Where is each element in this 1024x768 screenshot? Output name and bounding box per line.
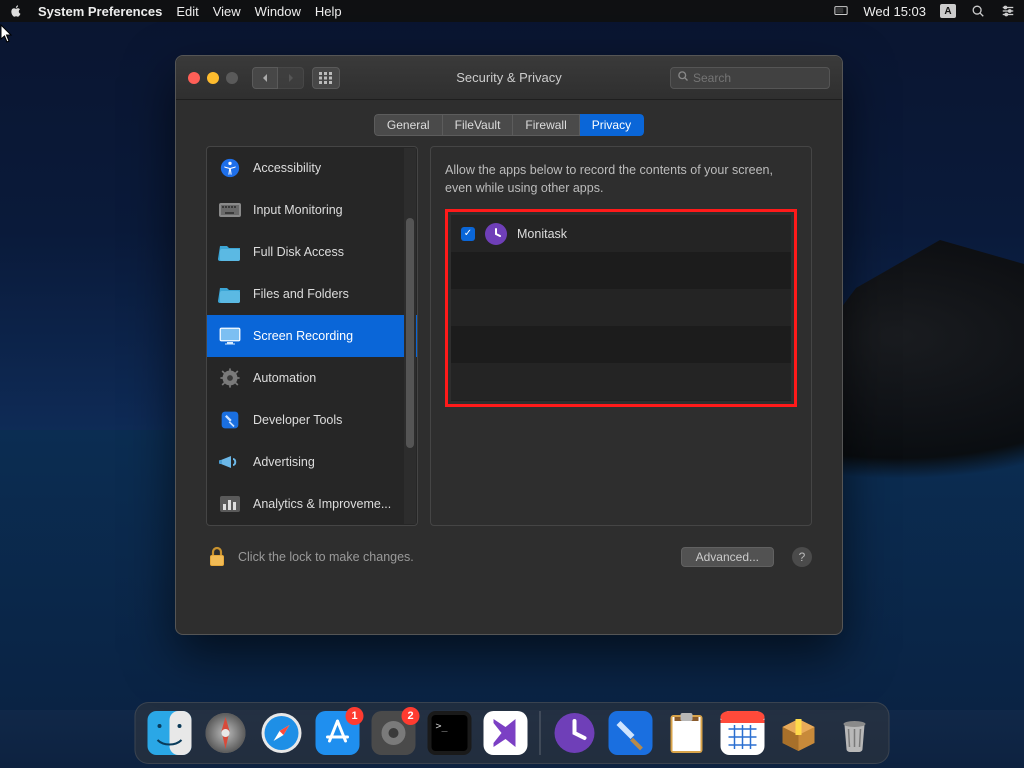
apple-menu-icon[interactable] xyxy=(8,3,24,19)
system-preferences-window: Security & Privacy General FileVault Fir… xyxy=(175,55,843,635)
app-row-empty xyxy=(451,326,791,363)
gear-icon xyxy=(217,367,243,389)
sidebar-label: Advertising xyxy=(253,455,315,469)
sidebar-item-advertising[interactable]: Advertising xyxy=(207,441,417,483)
dock-package[interactable] xyxy=(775,709,823,757)
sidebar-item-developer-tools[interactable]: Developer Tools xyxy=(207,399,417,441)
close-button[interactable] xyxy=(188,72,200,84)
search-icon xyxy=(677,70,689,85)
sidebar-label: Full Disk Access xyxy=(253,245,344,259)
minimize-button[interactable] xyxy=(207,72,219,84)
highlight-box: ✓ Monitask xyxy=(445,209,797,407)
forward-button[interactable] xyxy=(278,67,304,89)
help-button[interactable]: ? xyxy=(792,547,812,567)
content-description: Allow the apps below to record the conte… xyxy=(445,161,797,197)
svg-text:>_: >_ xyxy=(436,721,449,732)
dock-notes[interactable] xyxy=(663,709,711,757)
dock: 1 2 >_ xyxy=(135,702,890,764)
dock-safari[interactable] xyxy=(258,709,306,757)
dock-trash[interactable] xyxy=(831,709,879,757)
dock-terminal[interactable]: >_ xyxy=(426,709,474,757)
tab-general[interactable]: General xyxy=(374,114,443,136)
dock-separator xyxy=(540,711,541,755)
folder-icon xyxy=(217,241,243,263)
badge: 2 xyxy=(402,707,420,725)
control-center-icon[interactable] xyxy=(1000,3,1016,19)
tab-filevault[interactable]: FileVault xyxy=(443,114,514,136)
dock-settings[interactable]: 2 xyxy=(370,709,418,757)
folder-icon xyxy=(217,283,243,305)
app-row-empty xyxy=(451,252,791,289)
content-pane: Allow the apps below to record the conte… xyxy=(430,146,812,526)
app-label: Monitask xyxy=(517,227,567,241)
keyboard-icon xyxy=(217,199,243,221)
sidebar-label: Screen Recording xyxy=(253,329,353,343)
monitask-icon xyxy=(485,223,507,245)
dock-finder[interactable] xyxy=(146,709,194,757)
menubar-clock[interactable]: Wed 15:03 xyxy=(863,4,926,19)
privacy-sidebar: Accessibility Input Monitoring Full Disk… xyxy=(206,146,418,526)
checkbox[interactable]: ✓ xyxy=(461,227,475,241)
dock-launchpad[interactable] xyxy=(202,709,250,757)
zoom-button[interactable] xyxy=(226,72,238,84)
dock-calendar[interactable] xyxy=(719,709,767,757)
input-source-icon[interactable]: A xyxy=(940,4,956,18)
megaphone-icon xyxy=(217,451,243,473)
mouse-cursor xyxy=(0,24,14,44)
sidebar-label: Analytics & Improveme... xyxy=(253,497,391,511)
back-button[interactable] xyxy=(252,67,278,89)
tab-firewall[interactable]: Firewall xyxy=(513,114,579,136)
sidebar-item-full-disk[interactable]: Full Disk Access xyxy=(207,231,417,273)
spotlight-icon[interactable] xyxy=(970,3,986,19)
app-row-empty xyxy=(451,289,791,326)
sidebar-item-input-monitoring[interactable]: Input Monitoring xyxy=(207,189,417,231)
app-row-empty xyxy=(451,363,791,400)
dock-visualstudio[interactable] xyxy=(482,709,530,757)
menubar-help[interactable]: Help xyxy=(315,4,342,19)
sidebar-label: Developer Tools xyxy=(253,413,342,427)
sidebar-label: Input Monitoring xyxy=(253,203,343,217)
menubar: System Preferences Edit View Window Help… xyxy=(0,0,1024,22)
show-all-button[interactable] xyxy=(312,67,340,89)
dock-monitask[interactable] xyxy=(551,709,599,757)
accessibility-icon xyxy=(217,157,243,179)
app-list: ✓ Monitask xyxy=(451,215,791,401)
sidebar-label: Accessibility xyxy=(253,161,321,175)
titlebar[interactable]: Security & Privacy xyxy=(176,56,842,100)
sidebar-scrollbar[interactable] xyxy=(404,148,416,524)
menubar-edit[interactable]: Edit xyxy=(176,4,198,19)
display-icon xyxy=(217,325,243,347)
advanced-button[interactable]: Advanced... xyxy=(681,547,774,567)
app-row[interactable]: ✓ Monitask xyxy=(451,215,791,252)
dock-xcode[interactable] xyxy=(607,709,655,757)
sidebar-label: Files and Folders xyxy=(253,287,349,301)
lock-icon[interactable] xyxy=(206,544,228,570)
search-input[interactable] xyxy=(693,71,823,85)
lock-text: Click the lock to make changes. xyxy=(238,550,414,564)
screen-mirror-icon[interactable] xyxy=(833,3,849,19)
badge: 1 xyxy=(346,707,364,725)
window-footer: Click the lock to make changes. Advanced… xyxy=(176,538,842,584)
sidebar-item-files-folders[interactable]: Files and Folders xyxy=(207,273,417,315)
sidebar-item-screen-recording[interactable]: Screen Recording xyxy=(207,315,417,357)
menubar-view[interactable]: View xyxy=(213,4,241,19)
dock-appstore[interactable]: 1 xyxy=(314,709,362,757)
sidebar-label: Automation xyxy=(253,371,316,385)
tab-privacy[interactable]: Privacy xyxy=(580,114,644,136)
search-field[interactable] xyxy=(670,67,830,89)
sidebar-item-accessibility[interactable]: Accessibility xyxy=(207,147,417,189)
sidebar-item-automation[interactable]: Automation xyxy=(207,357,417,399)
chart-icon xyxy=(217,493,243,515)
menubar-app-name[interactable]: System Preferences xyxy=(38,4,162,19)
tabs: General FileVault Firewall Privacy xyxy=(374,114,644,136)
sidebar-item-analytics[interactable]: Analytics & Improveme... xyxy=(207,483,417,525)
hammer-icon xyxy=(217,409,243,431)
scrollbar-thumb[interactable] xyxy=(406,218,414,448)
menubar-window[interactable]: Window xyxy=(255,4,301,19)
